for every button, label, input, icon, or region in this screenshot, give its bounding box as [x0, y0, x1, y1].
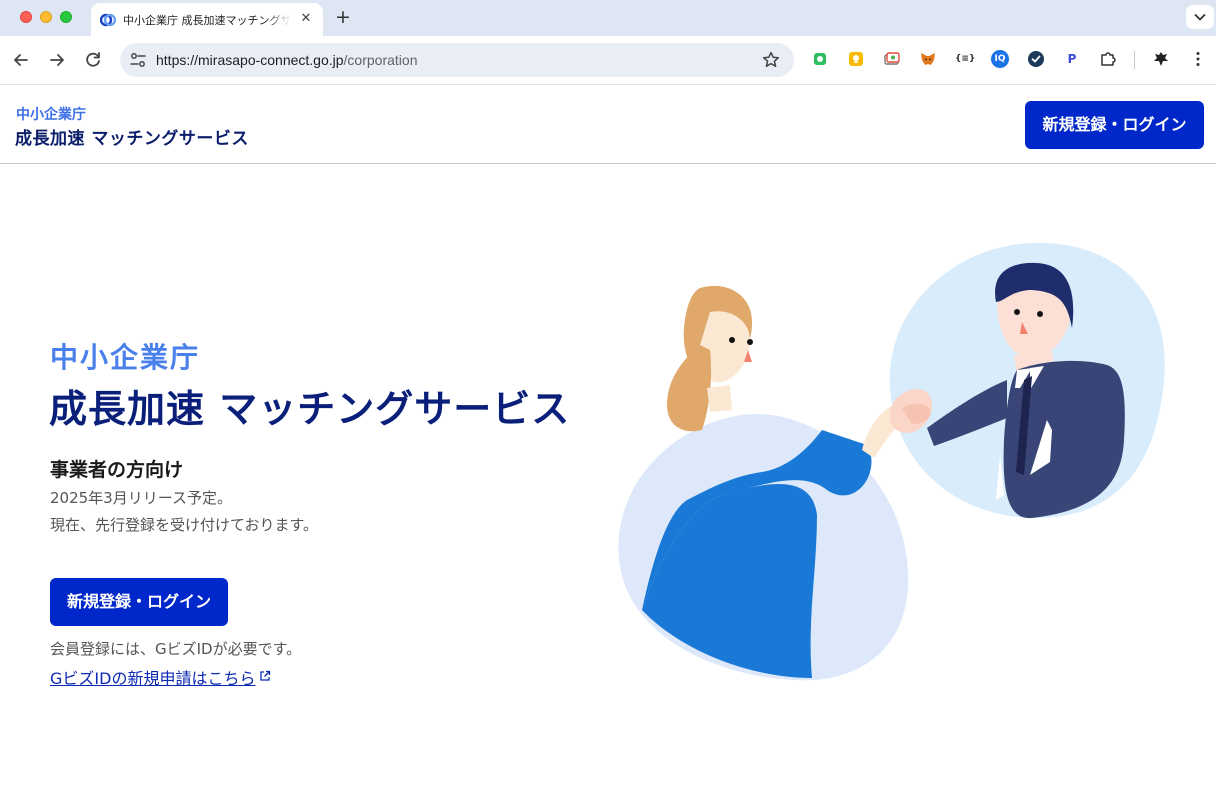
release-note: 2025年3月リリース予定。 — [50, 489, 232, 507]
pre-registration-note: 現在、先行登録を受け付けております。 — [50, 516, 319, 534]
header-login-button[interactable]: 新規登録・ログイン — [1025, 101, 1204, 149]
bookmark-star-icon[interactable] — [761, 50, 781, 70]
chevron-down-icon — [1194, 14, 1206, 21]
paypal-extension-icon[interactable]: P — [1063, 50, 1081, 68]
browser-tab-bar: 中小企業庁 成長加速マッチングサービス ✕ + — [0, 0, 1216, 36]
window-close-button[interactable] — [20, 11, 32, 23]
checkmark-extension-icon[interactable] — [1027, 50, 1045, 68]
evernote-extension-icon[interactable] — [811, 50, 829, 68]
window-minimize-button[interactable] — [40, 11, 52, 23]
site-favicon-icon — [100, 13, 116, 27]
menu-kebab-icon[interactable] — [1189, 50, 1207, 68]
url-path: /corporation — [343, 52, 418, 68]
hero-section: 中小企業庁 成長加速 マッチングサービス 事業者の方向け 2025年3月リリース… — [0, 164, 1216, 801]
new-tab-button[interactable]: + — [333, 6, 353, 28]
window-zoom-button[interactable] — [60, 11, 72, 23]
site-settings-icon[interactable] — [128, 50, 148, 70]
handshake-illustration — [618, 242, 1165, 681]
keep-extension-icon[interactable] — [847, 50, 865, 68]
header-agency-name[interactable]: 中小企業庁 — [16, 104, 86, 124]
screenshot-extension-icon[interactable] — [883, 50, 901, 68]
toolbar-separator — [1134, 51, 1135, 69]
forward-arrow-icon[interactable] — [45, 48, 69, 72]
register-login-button[interactable]: 新規登録・ログイン — [50, 578, 228, 626]
url-text: https://mirasapo-connect.go.jp/corporati… — [156, 52, 417, 68]
browser-tab-active[interactable]: 中小企業庁 成長加速マッチングサービス ✕ — [91, 3, 323, 36]
puzzle-extensions-icon[interactable] — [1099, 50, 1117, 68]
audience-heading: 事業者の方向け — [50, 459, 184, 481]
header-service-name[interactable]: 成長加速 マッチングサービス — [15, 124, 249, 149]
tab-search-button[interactable] — [1186, 5, 1214, 29]
reload-icon[interactable] — [81, 48, 105, 72]
metamask-fox-icon[interactable] — [919, 50, 937, 68]
profile-avatar-icon[interactable] — [1152, 50, 1170, 68]
json-formatter-icon[interactable]: {≡} — [955, 50, 975, 68]
gbiz-apply-link[interactable]: GビズIDの新規申請はこちら — [50, 665, 271, 689]
back-arrow-icon[interactable] — [9, 48, 33, 72]
tab-title: 中小企業庁 成長加速マッチングサービス — [123, 14, 291, 27]
iq-extension-icon[interactable]: IQ — [991, 50, 1009, 68]
external-link-icon — [260, 670, 271, 681]
hero-title: 成長加速 マッチングサービス — [49, 387, 571, 431]
gbiz-apply-link-text[interactable]: GビズIDの新規申請はこちら — [50, 669, 255, 688]
browser-toolbar: https://mirasapo-connect.go.jp/corporati… — [0, 36, 1216, 84]
hero-agency-name: 中小企業庁 — [50, 341, 201, 374]
site-header: 中小企業庁 成長加速 マッチングサービス 新規登録・ログイン — [0, 84, 1216, 164]
gbiz-requirement-note: 会員登録には、GビズIDが必要です。 — [50, 640, 302, 658]
url-host: https://mirasapo-connect.go.jp — [156, 52, 344, 68]
tab-close-icon[interactable]: ✕ — [298, 11, 314, 27]
address-bar[interactable]: https://mirasapo-connect.go.jp/corporati… — [120, 43, 794, 77]
